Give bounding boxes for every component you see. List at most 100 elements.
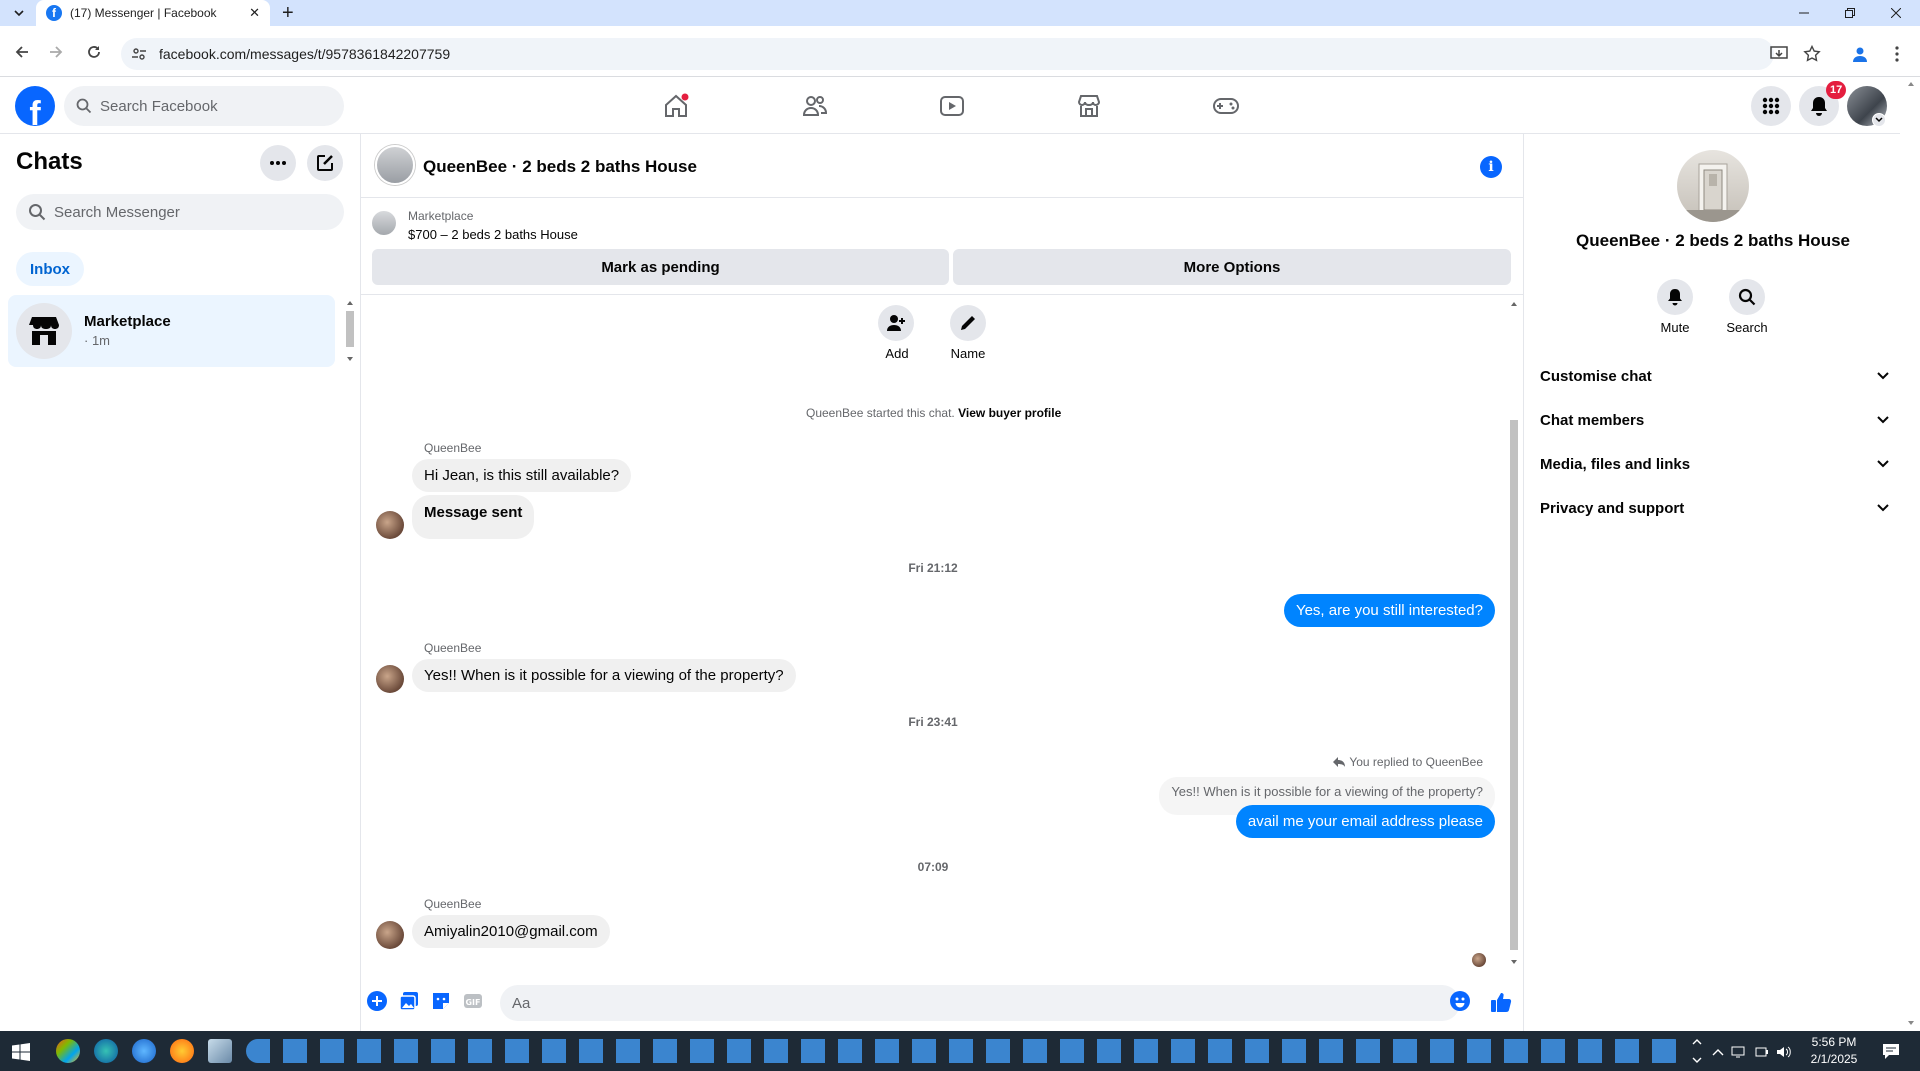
restore-button[interactable] bbox=[1827, 0, 1873, 26]
system-tray[interactable] bbox=[1712, 1043, 1792, 1061]
sidebar-scrollbar[interactable] bbox=[344, 297, 356, 365]
search-conversation-button[interactable] bbox=[1729, 279, 1765, 315]
incoming-message[interactable]: Hi Jean, is this still available? bbox=[412, 459, 632, 492]
incoming-message[interactable]: Yes!! When is it possible for a viewing … bbox=[412, 659, 796, 692]
close-window-button[interactable] bbox=[1873, 0, 1919, 26]
mark-as-pending-button[interactable]: Mark as pending bbox=[372, 249, 949, 285]
customise-chat-section[interactable]: Customise chat bbox=[1540, 364, 1890, 388]
forward-button[interactable] bbox=[43, 39, 69, 65]
sticker-button[interactable] bbox=[431, 991, 453, 1013]
profile-button[interactable] bbox=[1848, 42, 1872, 66]
bell-icon bbox=[1668, 289, 1682, 306]
message-input-placeholder: Aa bbox=[512, 994, 531, 1012]
nav-marketplace[interactable] bbox=[1069, 88, 1109, 124]
sender-avatar[interactable] bbox=[376, 665, 404, 693]
nav-gaming[interactable] bbox=[1206, 88, 1246, 124]
taskbar-app-icon[interactable] bbox=[56, 1039, 80, 1063]
view-buyer-profile-link[interactable]: View buyer profile bbox=[958, 406, 1061, 420]
firefox-icon[interactable] bbox=[170, 1039, 194, 1063]
nav-friends[interactable] bbox=[795, 88, 835, 124]
message-input[interactable]: Aa bbox=[500, 985, 1460, 1021]
add-people-button[interactable] bbox=[878, 305, 914, 341]
chevron-down-icon bbox=[1877, 504, 1889, 512]
listing-avatar-large[interactable] bbox=[1677, 150, 1749, 222]
notification-badge: 17 bbox=[1826, 81, 1847, 99]
chat-started-notice: QueenBee started this chat. View buyer p… bbox=[806, 406, 1061, 420]
listing-thumbnail[interactable] bbox=[372, 211, 396, 235]
sidebar-divider bbox=[360, 134, 361, 1031]
start-button[interactable] bbox=[12, 1043, 30, 1061]
outgoing-message[interactable]: Yes, are you still interested? bbox=[1283, 594, 1495, 627]
tab-close-button[interactable]: ✕ bbox=[249, 5, 260, 21]
install-app-button[interactable] bbox=[1767, 42, 1791, 66]
chevron-updown-icon bbox=[1692, 1039, 1702, 1063]
scrollbar-track bbox=[1908, 82, 1914, 1025]
taskbar-clock[interactable]: 5:56 PM 2/1/2025 bbox=[1794, 1034, 1874, 1068]
new-tab-button[interactable]: + bbox=[282, 2, 294, 25]
outgoing-message[interactable]: avail me your email address please bbox=[1235, 805, 1495, 838]
minimize-button[interactable] bbox=[1781, 0, 1827, 26]
taskbar-app-icon[interactable] bbox=[132, 1039, 156, 1063]
browser-menu-button[interactable] bbox=[1885, 42, 1909, 66]
new-message-button[interactable] bbox=[307, 145, 343, 181]
chat-scrollbar[interactable] bbox=[1508, 298, 1520, 970]
notification-center-button[interactable] bbox=[1882, 1042, 1900, 1060]
privacy-support-section[interactable]: Privacy and support bbox=[1540, 496, 1890, 520]
menu-button[interactable] bbox=[1751, 86, 1791, 126]
sender-avatar[interactable] bbox=[376, 511, 404, 539]
right-panel-divider bbox=[1523, 134, 1524, 1031]
back-button[interactable] bbox=[9, 39, 35, 65]
bookmark-button[interactable] bbox=[1800, 42, 1824, 66]
chat-options-button[interactable] bbox=[260, 145, 296, 181]
tab-search-button[interactable] bbox=[8, 3, 30, 23]
chat-members-section[interactable]: Chat members bbox=[1540, 408, 1890, 432]
browser-tab[interactable]: f (17) Messenger | Facebook ✕ bbox=[36, 0, 270, 26]
nav-video[interactable] bbox=[932, 88, 972, 124]
more-actions-button[interactable] bbox=[367, 991, 389, 1013]
chevron-down-icon bbox=[1875, 117, 1883, 123]
taskbar-overflow-scroller[interactable] bbox=[1690, 1034, 1704, 1068]
facebook-logo[interactable]: f bbox=[15, 86, 55, 126]
section-label: Chat members bbox=[1540, 411, 1645, 429]
sender-avatar[interactable] bbox=[376, 921, 404, 949]
photo-icon bbox=[399, 992, 418, 1011]
address-bar[interactable]: facebook.com/messages/t/9578361842207759 bbox=[121, 38, 1774, 70]
facebook-search-input[interactable]: Search Facebook bbox=[64, 86, 344, 126]
add-label: Add bbox=[885, 346, 909, 361]
conversation-info-icon[interactable]: i bbox=[1480, 156, 1502, 178]
listing-summary[interactable]: $700 – 2 beds 2 baths House bbox=[408, 227, 578, 242]
attach-photo-button[interactable] bbox=[399, 991, 421, 1013]
message-sender: QueenBee bbox=[424, 441, 482, 455]
name-chat-button[interactable] bbox=[950, 305, 986, 341]
restore-icon bbox=[1845, 8, 1855, 18]
home-icon bbox=[665, 93, 689, 117]
messenger-search-placeholder: Search Messenger bbox=[54, 203, 180, 221]
incoming-message[interactable]: Message sent bbox=[412, 495, 535, 539]
edge-icon[interactable] bbox=[94, 1039, 118, 1063]
messenger-search-input[interactable]: Search Messenger bbox=[16, 194, 344, 230]
emoji-button[interactable] bbox=[1450, 991, 1472, 1013]
pencil-icon bbox=[961, 316, 975, 330]
message-sender: QueenBee bbox=[424, 897, 482, 911]
arrow-left-icon bbox=[15, 46, 28, 58]
chat-title[interactable]: QueenBee · 2 beds 2 baths House bbox=[423, 157, 697, 177]
reload-button[interactable] bbox=[81, 39, 107, 65]
taskbar-app-icon[interactable] bbox=[208, 1039, 232, 1063]
chat-avatar[interactable] bbox=[375, 145, 415, 185]
url-text: facebook.com/messages/t/9578361842207759 bbox=[159, 46, 451, 62]
install-icon bbox=[1770, 46, 1788, 59]
account-chevron-icon[interactable] bbox=[1872, 113, 1886, 127]
video-icon bbox=[940, 96, 964, 116]
gif-button[interactable]: GIF bbox=[463, 991, 485, 1013]
incoming-message[interactable]: Amiyalin2010@gmail.com bbox=[412, 915, 610, 948]
site-info-icon[interactable] bbox=[131, 46, 147, 62]
like-button[interactable] bbox=[1490, 991, 1512, 1013]
more-options-button[interactable]: More Options bbox=[953, 249, 1511, 285]
mute-button[interactable] bbox=[1657, 279, 1693, 315]
media-files-links-section[interactable]: Media, files and links bbox=[1540, 452, 1890, 476]
taskbar-pinned-apps[interactable] bbox=[246, 1039, 1686, 1063]
seen-indicator-avatar bbox=[1472, 953, 1486, 967]
nav-home[interactable] bbox=[656, 88, 696, 124]
page-scrollbar[interactable] bbox=[1902, 77, 1920, 1031]
inbox-filter-tab[interactable]: Inbox bbox=[16, 252, 84, 286]
